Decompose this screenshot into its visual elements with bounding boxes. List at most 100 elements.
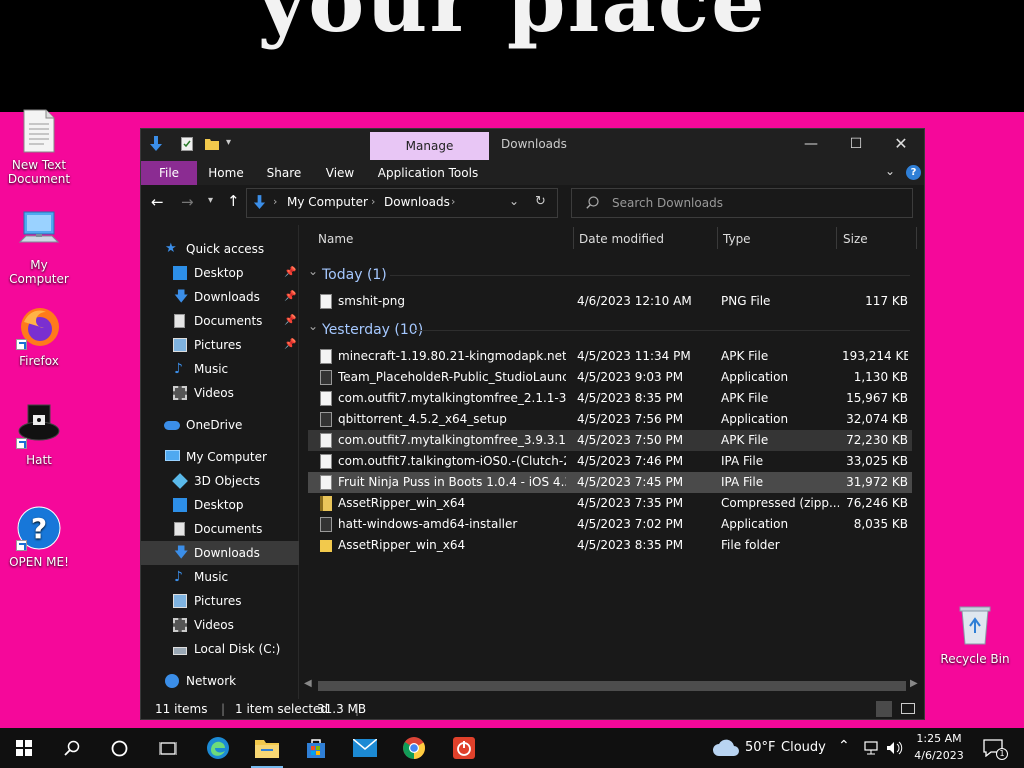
file-row[interactable]: minecraft-1.19.80.21-kingmodapk.net.apk 4…	[308, 346, 912, 367]
file-icon	[320, 433, 332, 448]
nav-music-pc[interactable]: ♪ Music	[141, 565, 299, 589]
taskbar-file-explorer[interactable]	[243, 728, 291, 768]
up-button[interactable]: ↑	[227, 192, 240, 210]
column-header-type[interactable]: Type	[723, 225, 751, 253]
close-button[interactable]: ✕	[878, 129, 924, 159]
desktop-icon-recycle-bin[interactable]: Recycle Bin	[936, 602, 1014, 666]
tab-application-tools[interactable]: Application Tools	[375, 161, 481, 185]
column-header-date-modified[interactable]: Date modified	[579, 225, 664, 253]
weather-widget[interactable]: 50°F Cloudy	[708, 728, 828, 768]
scroll-left-icon[interactable]: ◀	[304, 678, 312, 689]
file-row[interactable]: AssetRipper_win_x64 4/5/2023 7:35 PM Compr…	[308, 493, 912, 514]
scroll-right-icon[interactable]: ▶	[910, 678, 918, 689]
file-name: com.outfit7.mytalkingtomfree_3.9.3.143-.…	[338, 433, 566, 447]
desktop-icon-new-text-document[interactable]: New Text Document	[0, 108, 78, 186]
nav-downloads[interactable]: 🡇 Downloads	[141, 541, 299, 565]
cortana-button[interactable]	[96, 728, 144, 768]
column-header-size[interactable]: Size	[843, 225, 868, 253]
column-divider[interactable]	[916, 227, 917, 249]
nav-pictures[interactable]: Pictures	[141, 589, 299, 613]
column-divider[interactable]	[836, 227, 837, 249]
task-view-button[interactable]	[144, 728, 192, 768]
collapse-chevron-icon[interactable]: ⌄	[308, 259, 318, 283]
address-history-dropdown[interactable]: ⌄	[509, 194, 519, 208]
file-row[interactable]: smshit-png 4/6/2023 12:10 AM PNG File 117 K…	[308, 291, 912, 312]
quick-access-dropdown-icon[interactable]: ▾	[226, 137, 231, 148]
nav-my-computer[interactable]: My Computer	[141, 445, 299, 469]
taskbar-edge[interactable]	[194, 728, 242, 768]
notification-center-button[interactable]: 1	[980, 728, 1020, 768]
file-date: 4/6/2023 12:10 AM	[577, 294, 692, 308]
network-icon[interactable]	[862, 741, 880, 755]
file-row[interactable]: com.outfit7.mytalkingtomfree_3.9.3.143-.…	[308, 430, 912, 451]
file-type: Application	[721, 517, 789, 531]
group-header[interactable]: ⌄ Today (1)	[300, 263, 924, 287]
search-button[interactable]	[48, 728, 96, 768]
nav-downloads-pinned[interactable]: 🡇 Downloads 📌	[141, 285, 299, 309]
desktop-icon-hatt[interactable]: Hatt	[0, 403, 78, 467]
nav-local-disk[interactable]: Local Disk (C:)	[141, 637, 299, 661]
taskbar-store[interactable]	[292, 728, 340, 768]
file-row[interactable]: Fruit Ninja Puss in Boots 1.0.4 - iOS 4.…	[308, 472, 912, 493]
properties-icon[interactable]	[181, 137, 193, 154]
file-row[interactable]: qbittorrent_4.5.2_x64_setup 4/5/2023 7:56…	[308, 409, 912, 430]
tab-share[interactable]: Share	[261, 161, 307, 185]
search-box[interactable]: Search Downloads	[571, 188, 913, 218]
maximize-button[interactable]: ☐	[833, 129, 879, 159]
scrollbar-thumb[interactable]	[318, 681, 906, 691]
nav-network[interactable]: Network	[141, 669, 299, 693]
nav-3d-objects[interactable]: 3D Objects	[141, 469, 299, 493]
clock-date[interactable]: 4/6/2023	[910, 749, 968, 762]
file-row[interactable]: com.outfit7.talkingtom-iOS0.-(Clutch-2..…	[308, 451, 912, 472]
expand-ribbon-icon[interactable]: ⌄	[885, 164, 895, 178]
refresh-icon[interactable]: ↻	[535, 194, 546, 209]
new-folder-icon[interactable]	[205, 138, 219, 153]
nav-pictures-pinned[interactable]: Pictures 📌	[141, 333, 299, 357]
horizontal-scrollbar[interactable]: ◀ ▶	[300, 677, 924, 695]
forward-button[interactable]: →	[181, 193, 194, 211]
breadcrumb-my-computer[interactable]: My Computer	[287, 195, 368, 209]
tab-home[interactable]: Home	[203, 161, 249, 185]
manage-tab[interactable]: Manage	[370, 132, 489, 160]
desktop-icon-open-me[interactable]: ? OPEN ME!	[0, 505, 78, 569]
show-hidden-icons-chevron-icon[interactable]: ⌃	[838, 738, 850, 754]
taskbar-mail[interactable]	[341, 728, 389, 768]
taskbar-app-red[interactable]	[440, 728, 488, 768]
back-button[interactable]: ←	[151, 193, 164, 211]
breadcrumb-downloads[interactable]: Downloads	[384, 195, 450, 209]
recent-locations-icon[interactable]: ▾	[208, 195, 213, 206]
start-button[interactable]	[0, 728, 48, 768]
shortcut-arrow-icon	[16, 540, 27, 551]
nav-desktop[interactable]: Desktop	[141, 493, 299, 517]
nav-quick-access[interactable]: ★ Quick access	[141, 237, 299, 261]
taskbar-chrome[interactable]	[390, 728, 438, 768]
title-bar[interactable]: ▾ Manage Downloads — ☐ ✕	[141, 129, 924, 161]
volume-icon[interactable]	[886, 741, 904, 755]
details-view-button[interactable]	[876, 701, 892, 717]
address-bar[interactable]: › My Computer › Downloads › ⌄ ↻	[246, 188, 558, 218]
desktop-icon-firefox[interactable]: Firefox	[0, 304, 78, 368]
clock-time[interactable]: 1:25 AM	[916, 732, 962, 745]
file-row[interactable]: Team_PlaceholdeR-Public_StudioLaunch... 4…	[308, 367, 912, 388]
large-icons-view-button[interactable]	[901, 703, 915, 714]
collapse-chevron-icon[interactable]: ⌄	[308, 314, 318, 338]
file-row[interactable]: AssetRipper_win_x64 4/5/2023 8:35 PM File …	[308, 535, 912, 556]
nav-onedrive[interactable]: OneDrive	[141, 413, 299, 437]
minimize-button[interactable]: —	[788, 129, 834, 159]
nav-documents[interactable]: Documents	[141, 517, 299, 541]
column-divider[interactable]	[573, 227, 574, 249]
help-icon[interactable]: ?	[906, 165, 921, 180]
tab-view[interactable]: View	[317, 161, 363, 185]
group-header[interactable]: ⌄ Yesterday (10)	[300, 318, 924, 342]
nav-videos[interactable]: Videos	[141, 381, 299, 405]
nav-desktop-pinned[interactable]: Desktop 📌	[141, 261, 299, 285]
desktop-icon-my-computer[interactable]: My Computer	[0, 208, 78, 286]
file-row[interactable]: hatt-windows-amd64-installer 4/5/2023 7:0…	[308, 514, 912, 535]
column-header-name[interactable]: Name	[318, 225, 353, 253]
nav-videos-pc[interactable]: Videos	[141, 613, 299, 637]
nav-music[interactable]: ♪ Music	[141, 357, 299, 381]
tab-file[interactable]: File	[141, 161, 197, 185]
file-row[interactable]: com.outfit7.mytalkingtomfree_2.1.1-380_.…	[308, 388, 912, 409]
nav-documents-pinned[interactable]: Documents 📌	[141, 309, 299, 333]
column-divider[interactable]	[717, 227, 718, 249]
